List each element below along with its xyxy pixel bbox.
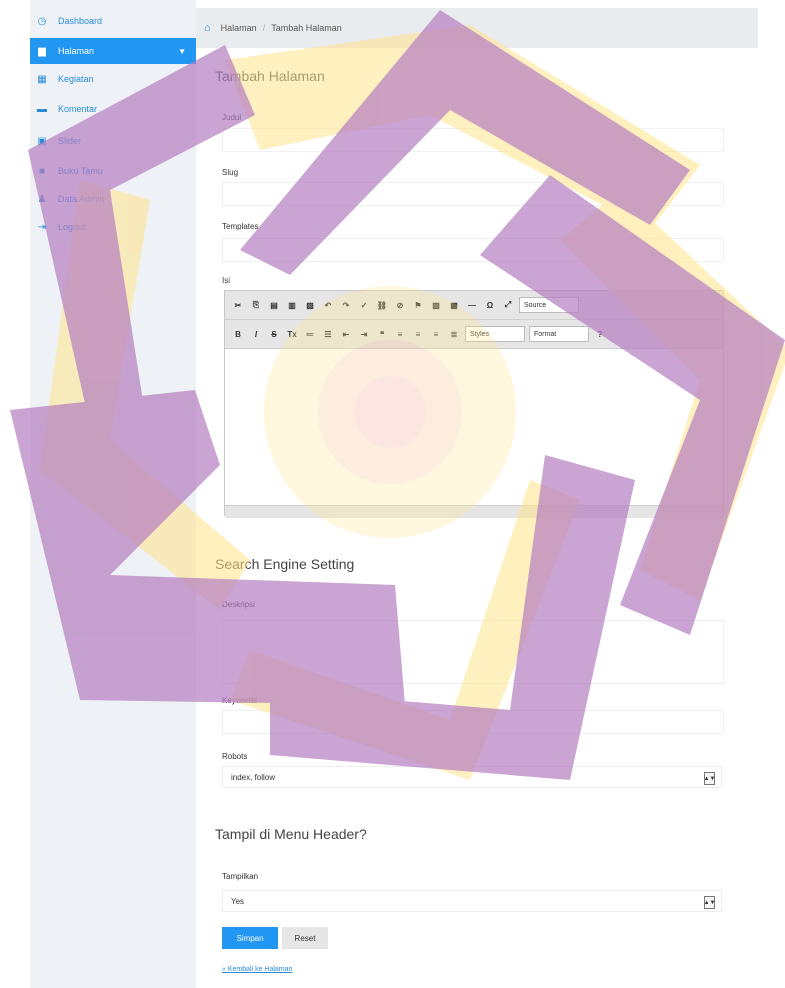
sidebar-item-logout[interactable]: ⇥ Logout xyxy=(30,214,196,240)
judul-label: Judul xyxy=(222,113,242,122)
editor-toolbar-top: ✂ ⎘ ▤ ▥ ▧ ↶ ↷ ✓ ⛓ ⊘ ⚑ ▨ ▦ ― Ω ⤢ Source xyxy=(225,291,723,320)
breadcrumb-separator: / xyxy=(262,23,266,33)
select-arrow-icon: ▲▼ xyxy=(704,896,715,909)
logout-icon: ⇥ xyxy=(37,221,47,233)
align-center-icon[interactable]: ≡ xyxy=(411,327,425,341)
format-select[interactable]: Format xyxy=(529,326,589,342)
submit-button[interactable]: Simpan xyxy=(222,927,278,949)
align-left-icon[interactable]: ≡ xyxy=(393,327,407,341)
align-right-icon[interactable]: ≡ xyxy=(429,327,443,341)
slug-input[interactable] xyxy=(222,182,724,206)
deskripsi-label: Deskripsi xyxy=(222,600,255,609)
paste-word-icon[interactable]: ▧ xyxy=(303,298,317,312)
breadcrumb-halaman[interactable]: Halaman xyxy=(221,23,257,33)
cut-icon[interactable]: ✂ xyxy=(231,298,245,312)
italic-icon[interactable]: I xyxy=(249,327,263,341)
blockquote-icon[interactable]: ❝ xyxy=(375,327,389,341)
robots-value: index, follow xyxy=(231,772,276,782)
rich-text-editor[interactable]: ✂ ⎘ ▤ ▥ ▧ ↶ ↷ ✓ ⛓ ⊘ ⚑ ▨ ▦ ― Ω ⤢ Source B… xyxy=(224,290,724,518)
sidebar-item-label: Data Admin xyxy=(58,194,105,204)
paste-text-icon[interactable]: ▥ xyxy=(285,298,299,312)
user-icon: ♟ xyxy=(37,193,47,205)
sidebar-item-label: Slider xyxy=(58,136,82,146)
indent-icon[interactable]: ⇥ xyxy=(357,327,371,341)
robots-select[interactable]: index, follow ▲▼ xyxy=(222,766,722,788)
source-button[interactable]: Source xyxy=(519,297,579,313)
tampilkan-label: Tampilkan xyxy=(222,872,259,881)
comment-icon: ▬ xyxy=(37,103,47,115)
sidebar-item-komentar[interactable]: ▬ Komentar xyxy=(30,96,196,122)
breadcrumb: ⌂ Halaman / Tambah Halaman xyxy=(196,8,758,48)
sidebar-item-label: Logout xyxy=(58,222,86,232)
seo-title: Search Engine Setting xyxy=(215,556,355,572)
remove-format-icon[interactable]: Tx xyxy=(285,327,299,341)
bulleted-list-icon[interactable]: ☰ xyxy=(321,327,335,341)
hr-icon[interactable]: ― xyxy=(465,298,479,312)
templates-select[interactable] xyxy=(222,238,724,262)
slug-label: Slug xyxy=(222,168,239,177)
home-icon[interactable]: ⌂ xyxy=(204,22,211,34)
align-justify-icon[interactable]: ≣ xyxy=(447,327,461,341)
isi-label: Isi xyxy=(222,276,230,285)
caret-down-icon: ▼ xyxy=(178,46,186,56)
keywords-label: Keywords xyxy=(222,696,258,705)
back-link[interactable]: « Kembali ke Halaman xyxy=(222,966,292,973)
image-icon: ▣ xyxy=(37,135,47,147)
image-insert-icon[interactable]: ▨ xyxy=(429,298,443,312)
help-icon[interactable]: ? xyxy=(593,327,607,341)
spellcheck-icon[interactable]: ✓ xyxy=(357,298,371,312)
anchor-icon[interactable]: ⚑ xyxy=(411,298,425,312)
unlink-icon[interactable]: ⊘ xyxy=(393,298,407,312)
link-icon[interactable]: ⛓ xyxy=(375,298,389,312)
book-icon: ■ xyxy=(38,165,46,177)
file-icon: ▆ xyxy=(38,45,46,57)
judul-input[interactable] xyxy=(222,128,724,152)
templates-label: Templates xyxy=(222,222,259,231)
paste-icon[interactable]: ▤ xyxy=(267,298,281,312)
undo-icon[interactable]: ↶ xyxy=(321,298,335,312)
numbered-list-icon[interactable]: ≔ xyxy=(303,327,317,341)
sidebar-item-dashboard[interactable]: ◷ Dashboard xyxy=(30,8,196,34)
calendar-icon: ▦ xyxy=(37,73,47,85)
dashboard-icon: ◷ xyxy=(37,15,47,27)
redo-icon[interactable]: ↷ xyxy=(339,298,353,312)
styles-select[interactable]: Styles xyxy=(465,326,525,342)
outdent-icon[interactable]: ⇤ xyxy=(339,327,353,341)
strike-icon[interactable]: S xyxy=(267,327,281,341)
robots-label: Robots xyxy=(222,752,248,761)
tampilkan-select[interactable]: Yes ▲▼ xyxy=(222,890,722,912)
sidebar-item-halaman[interactable]: ▆ Halaman ▼ xyxy=(30,38,196,64)
editor-toolbar-bottom: B I S Tx ≔ ☰ ⇤ ⇥ ❝ ≡ ≡ ≡ ≣ Styles Format… xyxy=(225,320,723,349)
bold-icon[interactable]: B xyxy=(231,327,245,341)
sidebar-item-data-admin[interactable]: ♟ Data Admin xyxy=(30,186,196,212)
sidebar-item-label: Buku Tamu xyxy=(58,166,103,176)
editor-resize-bar[interactable] xyxy=(225,505,723,518)
special-char-icon[interactable]: Ω xyxy=(483,298,497,312)
keywords-input[interactable] xyxy=(222,710,724,734)
maximize-icon[interactable]: ⤢ xyxy=(501,298,515,312)
copy-icon[interactable]: ⎘ xyxy=(249,298,263,312)
sidebar-item-slider[interactable]: ▣ Slider xyxy=(30,128,196,154)
reset-button[interactable]: Reset xyxy=(282,927,328,949)
form-title: Tambah Halaman xyxy=(215,68,325,84)
sidebar: ◷ Dashboard ▆ Halaman ▼ ▦ Kegiatan ▬ Kom… xyxy=(30,0,196,988)
sidebar-item-label: Kegiatan xyxy=(58,74,94,84)
deskripsi-textarea[interactable] xyxy=(222,620,724,684)
table-icon[interactable]: ▦ xyxy=(447,298,461,312)
tampilkan-value: Yes xyxy=(231,896,245,906)
select-arrow-icon: ▲▼ xyxy=(704,772,715,785)
sidebar-item-label: Halaman xyxy=(58,46,95,56)
sidebar-item-label: Komentar xyxy=(58,104,98,114)
editor-content-area[interactable] xyxy=(225,349,723,505)
sidebar-item-buku-tamu[interactable]: ■ Buku Tamu xyxy=(30,158,196,184)
sidebar-item-label: Dashboard xyxy=(58,16,103,26)
sidebar-item-kegiatan[interactable]: ▦ Kegiatan xyxy=(30,66,196,92)
breadcrumb-current: Tambah Halaman xyxy=(271,23,342,33)
menu-header-title: Tampil di Menu Header? xyxy=(215,826,367,842)
